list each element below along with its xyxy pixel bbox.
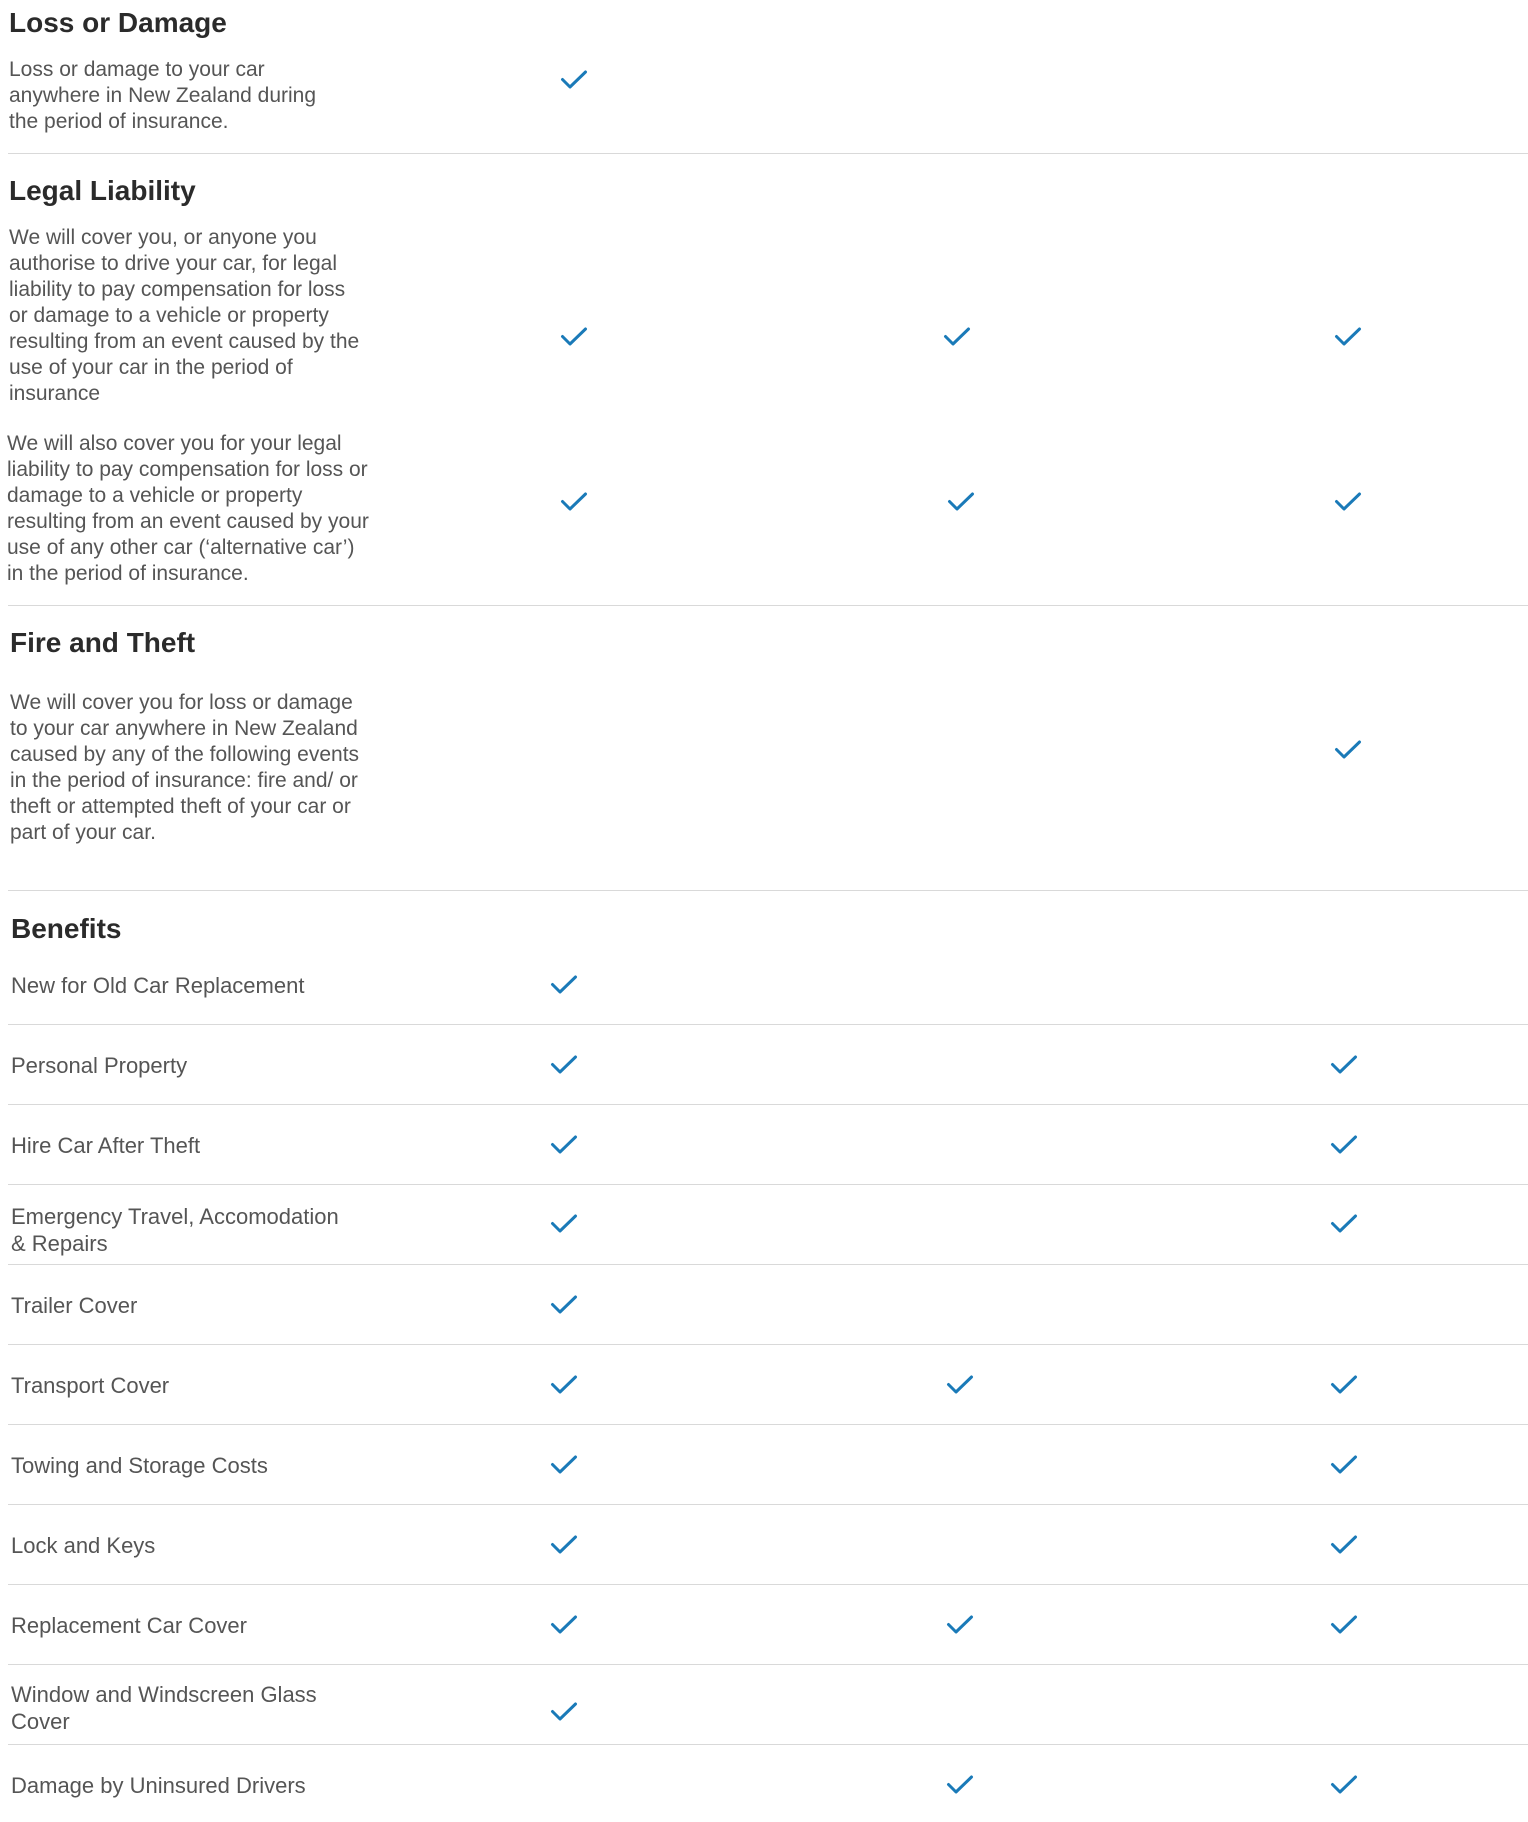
check-icon	[946, 1775, 974, 1795]
check-icon	[550, 1455, 578, 1475]
check-icon	[550, 1702, 578, 1722]
benefit-label: New for Old Car Replacement	[11, 973, 305, 998]
benefit-label: Window and Windscreen Glass Cover	[11, 1682, 317, 1734]
section-title-loss-or-damage: Loss or Damage	[9, 7, 227, 38]
check-icon	[946, 1375, 974, 1395]
section-title-benefits: Benefits	[11, 913, 122, 944]
check-icon	[560, 327, 588, 347]
benefit-label: Emergency Travel, Accomodation & Repairs	[11, 1204, 339, 1256]
benefit-label: Lock and Keys	[11, 1533, 156, 1558]
check-icon	[550, 1615, 578, 1635]
divider	[8, 1584, 1528, 1585]
coverage-comparison-table: Loss or Damage Loss or damage to your ca…	[0, 0, 1528, 1822]
check-icon	[947, 492, 975, 512]
divider	[8, 1664, 1528, 1665]
divider	[8, 1504, 1528, 1505]
check-icon	[1330, 1455, 1358, 1475]
divider	[8, 1344, 1528, 1345]
benefit-label: Towing and Storage Costs	[11, 1453, 268, 1478]
divider	[8, 1744, 1528, 1745]
check-icon	[550, 1535, 578, 1555]
benefit-label: Replacement Car Cover	[11, 1613, 247, 1638]
divider	[8, 153, 1528, 154]
divider	[8, 1184, 1528, 1185]
check-icon	[550, 975, 578, 995]
check-icon	[1334, 327, 1362, 347]
check-icon	[550, 1295, 578, 1315]
legal-liability-alternative-car-description: We will also cover you for your legal li…	[7, 432, 369, 585]
check-icon	[1330, 1135, 1358, 1155]
divider	[8, 1264, 1528, 1265]
divider	[8, 605, 1528, 606]
check-icon	[1334, 740, 1362, 760]
check-icon	[1334, 492, 1362, 512]
benefit-label: Hire Car After Theft	[11, 1133, 201, 1158]
check-icon	[550, 1135, 578, 1155]
check-icon	[943, 327, 971, 347]
divider	[8, 890, 1528, 891]
check-icon	[550, 1214, 578, 1234]
check-icon	[1330, 1535, 1358, 1555]
section-title-fire-and-theft: Fire and Theft	[10, 627, 196, 658]
check-icon	[550, 1055, 578, 1075]
divider	[8, 1024, 1528, 1025]
check-icon	[1330, 1375, 1358, 1395]
benefit-label: Transport Cover	[11, 1373, 170, 1398]
check-icon	[1330, 1055, 1358, 1075]
section-title-legal-liability: Legal Liability	[9, 175, 196, 206]
check-icon	[1330, 1214, 1358, 1234]
fire-and-theft-description: We will cover you for loss or damage to …	[10, 691, 360, 844]
loss-or-damage-description: Loss or damage to your car anywhere in N…	[9, 58, 317, 133]
check-icon	[560, 492, 588, 512]
check-icon	[550, 1375, 578, 1395]
check-icon	[560, 70, 588, 90]
divider	[8, 1424, 1528, 1425]
check-icon	[1330, 1615, 1358, 1635]
legal-liability-own-car-description: We will cover you, or anyone you authori…	[9, 226, 360, 405]
benefit-label: Damage by Uninsured Drivers	[11, 1773, 306, 1798]
divider	[8, 1104, 1528, 1105]
check-icon	[946, 1615, 974, 1635]
check-icon	[1330, 1775, 1358, 1795]
benefit-label: Personal Property	[11, 1053, 188, 1078]
benefit-label: Trailer Cover	[11, 1293, 138, 1318]
